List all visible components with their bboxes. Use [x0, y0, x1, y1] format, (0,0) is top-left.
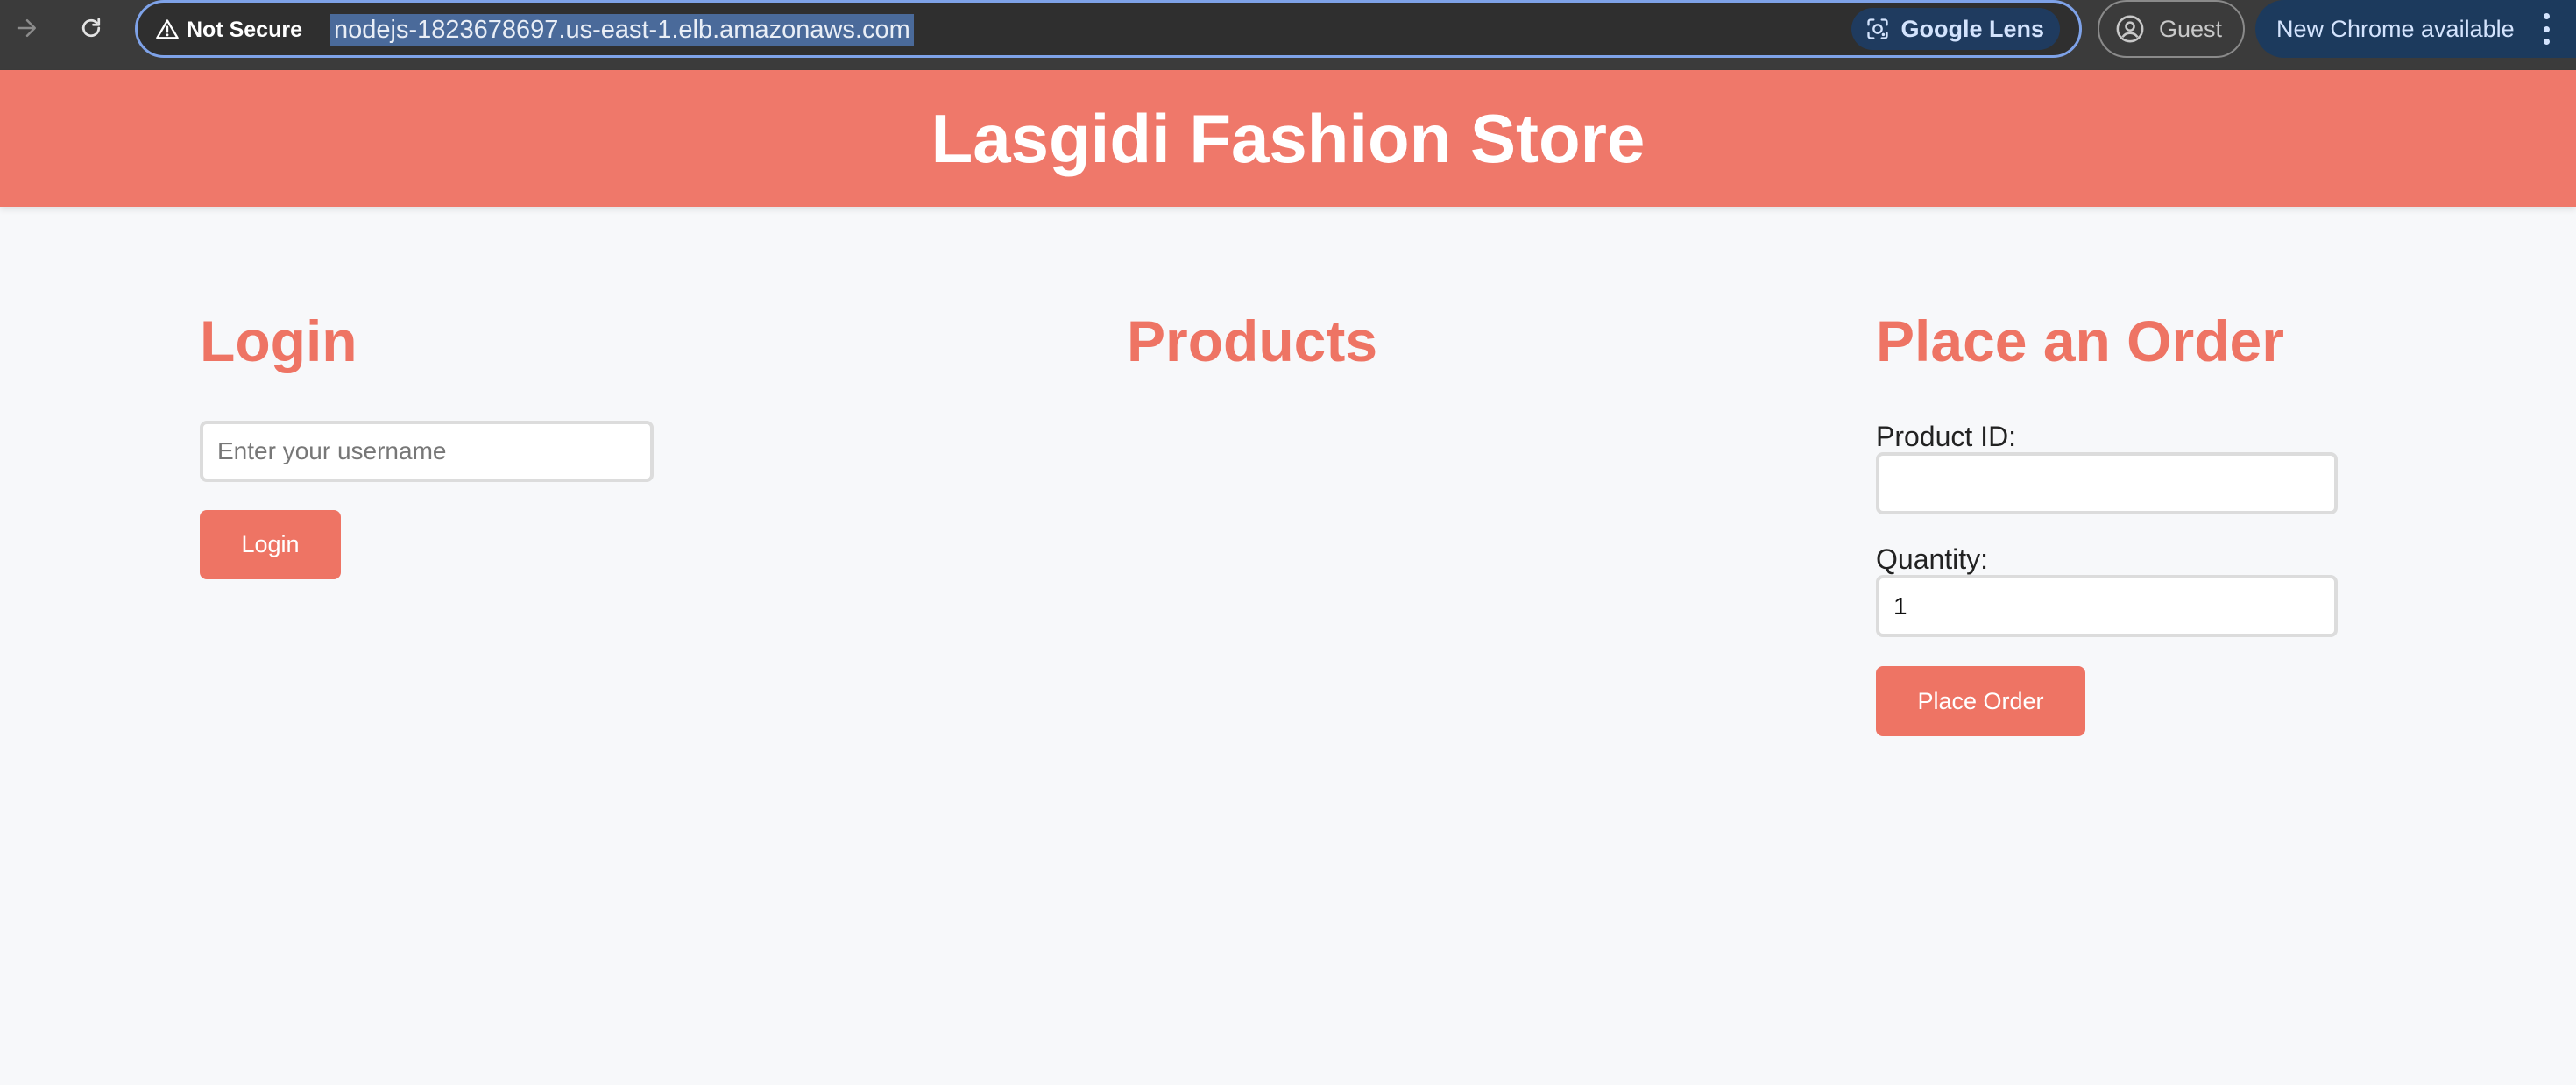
browser-toolbar: Not Secure nodejs-1823678697.us-east-1.e…	[0, 0, 2576, 70]
product-id-label: Product ID:	[1876, 421, 2017, 452]
google-lens-label: Google Lens	[1900, 15, 2044, 42]
quantity-label: Quantity:	[1876, 543, 1989, 575]
username-input[interactable]	[200, 421, 654, 482]
security-indicator[interactable]: Not Secure	[155, 14, 302, 46]
site-header: Lasgidi Fashion Store	[0, 70, 2576, 207]
more-menu-icon[interactable]	[2543, 13, 2550, 45]
security-label: Not Secure	[187, 17, 302, 42]
place-order-button[interactable]: Place Order	[1876, 666, 2085, 736]
update-chrome-button[interactable]: New Chrome available	[2255, 0, 2576, 58]
order-heading: Place an Order	[1876, 308, 2284, 373]
google-lens-button[interactable]: Google Lens	[1851, 8, 2060, 50]
quantity-input[interactable]	[1876, 575, 2338, 637]
lens-icon	[1867, 18, 1889, 39]
warning-icon	[156, 19, 179, 39]
login-heading: Login	[200, 308, 357, 373]
arrow-right-icon	[17, 19, 36, 37]
profile-button[interactable]: Guest	[2098, 0, 2245, 58]
reload-icon	[81, 18, 101, 38]
account-circle-icon	[2116, 15, 2144, 43]
site-title: Lasgidi Fashion Store	[931, 99, 1645, 177]
profile-label: Guest	[2159, 15, 2223, 42]
address-bar[interactable]: Not Secure nodejs-1823678697.us-east-1.e…	[135, 0, 2082, 58]
reload-button[interactable]	[74, 11, 109, 46]
product-id-input[interactable]	[1876, 452, 2338, 514]
back-button[interactable]	[10, 11, 45, 46]
login-button[interactable]: Login	[200, 510, 341, 579]
url-text[interactable]: nodejs-1823678697.us-east-1.elb.amazonaw…	[330, 14, 914, 46]
update-label: New Chrome available	[2276, 15, 2515, 42]
products-heading: Products	[1127, 308, 1378, 373]
